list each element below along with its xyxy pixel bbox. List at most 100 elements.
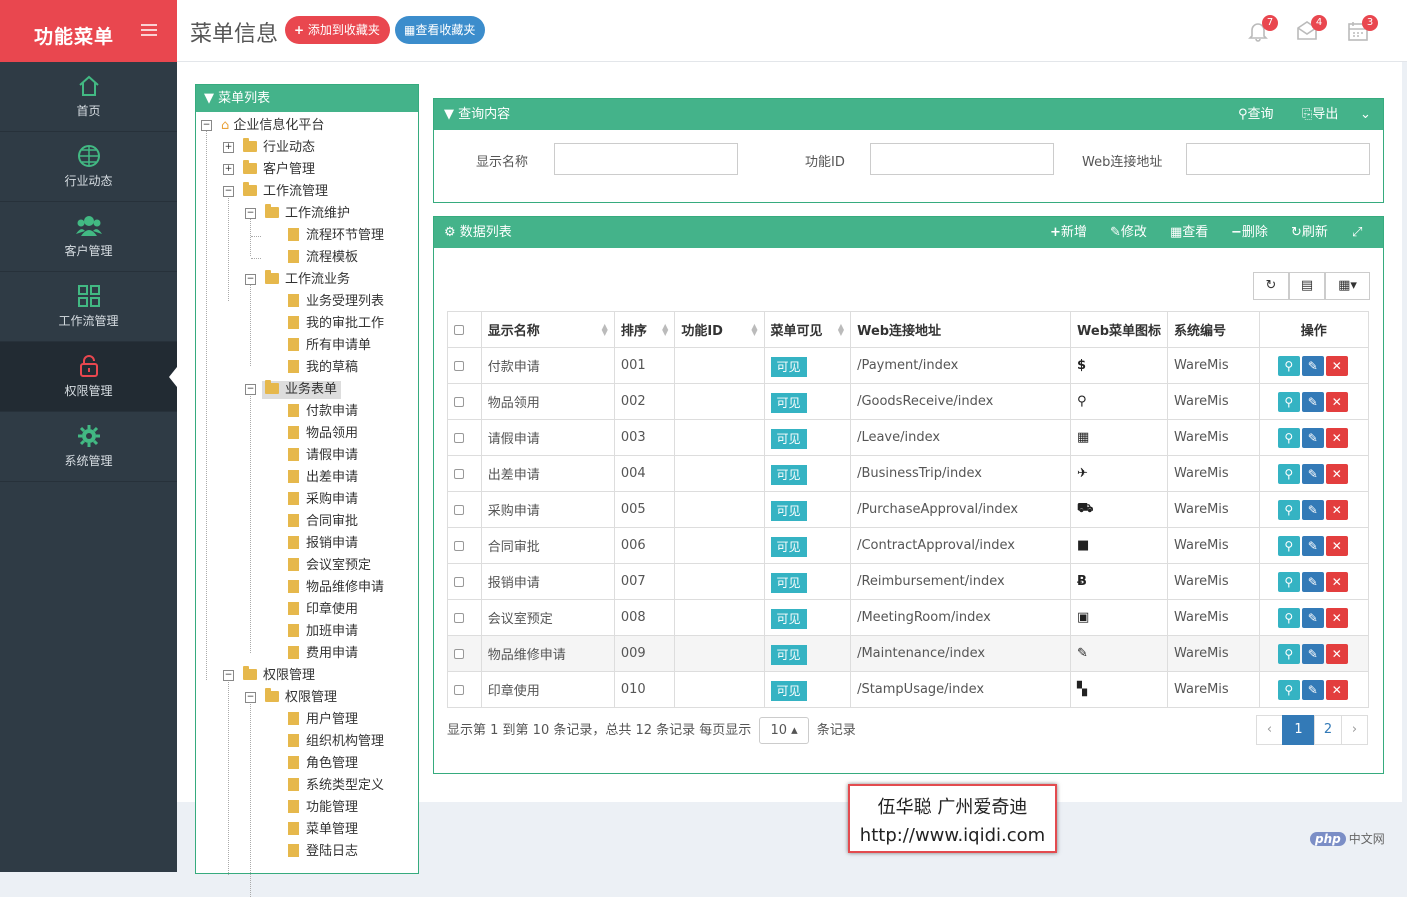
table-row[interactable]: 物品维修申请 009 可见/Maintenance/index ✎ WareMis ⚲ ✎ ✕ <box>447 635 1369 672</box>
table-row[interactable]: 付款申请 001 可见/Payment/index $ WareMis ⚲ ✎ ✕ <box>447 347 1369 384</box>
tree-node[interactable]: 加班申请 <box>288 623 358 641</box>
row-checkbox-cell[interactable] <box>447 347 482 384</box>
export-button[interactable]: ⎘导出 <box>1302 99 1338 130</box>
tree-node[interactable]: 我的草稿 <box>288 359 358 377</box>
row-delete-button[interactable]: ✕ <box>1325 499 1348 520</box>
sidebar-item-system[interactable]: 系统管理 <box>0 412 177 482</box>
row-checkbox[interactable] <box>454 396 464 407</box>
row-view-button[interactable]: ⚲ <box>1277 679 1300 700</box>
row-checkbox[interactable] <box>454 468 464 479</box>
tree-node[interactable]: 请假申请 <box>288 447 358 465</box>
tree-node[interactable]: 付款申请 <box>288 403 358 421</box>
tree-node[interactable]: 报销申请 <box>288 535 358 553</box>
tree-toggle[interactable]: − <box>245 274 256 285</box>
page-1-button[interactable]: 1 <box>1282 715 1315 745</box>
delete-button[interactable]: −删除 <box>1231 217 1268 248</box>
row-checkbox[interactable] <box>454 504 464 515</box>
columns-dropdown-button[interactable]: ▦▾ <box>1325 272 1370 300</box>
page-next-button[interactable]: › <box>1341 715 1368 745</box>
table-row[interactable]: 合同审批 006 可见/ContractApproval/index ■ WareMis… <box>447 527 1369 564</box>
row-delete-button[interactable]: ✕ <box>1325 355 1348 376</box>
tree-toggle[interactable]: − <box>245 692 256 703</box>
row-view-button[interactable]: ⚲ <box>1277 427 1300 448</box>
tree-node[interactable]: 系统类型定义 <box>288 777 384 795</box>
add-favorite-button[interactable]: + 添加到收藏夹 <box>285 16 390 44</box>
tree-node[interactable]: 功能管理 <box>288 799 358 817</box>
row-edit-button[interactable]: ✎ <box>1301 679 1324 700</box>
tree-toggle[interactable]: − <box>223 670 234 681</box>
tree-node[interactable]: 工作流管理 <box>243 182 328 201</box>
row-view-button[interactable]: ⚲ <box>1277 463 1300 484</box>
tree-toggle[interactable]: + <box>223 164 234 175</box>
row-checkbox-cell[interactable] <box>447 383 482 420</box>
col-header[interactable]: 排序 ▲ ▼ <box>613 311 676 348</box>
row-delete-button[interactable]: ✕ <box>1325 427 1348 448</box>
tree-node[interactable]: 流程环节管理 <box>288 227 384 245</box>
row-checkbox[interactable] <box>454 576 464 587</box>
row-edit-button[interactable]: ✎ <box>1301 499 1324 520</box>
fullscreen-icon[interactable]: ⤢ <box>1352 217 1362 248</box>
tree-node[interactable]: 行业动态 <box>243 138 315 157</box>
row-view-button[interactable]: ⚲ <box>1277 607 1300 628</box>
tree-node[interactable]: 印章使用 <box>288 601 358 619</box>
row-edit-button[interactable]: ✎ <box>1301 607 1324 628</box>
row-checkbox-cell[interactable] <box>447 563 482 600</box>
table-row[interactable]: 印章使用 010 可见/StampUsage/index ▚ WareMis ⚲ ✎ ✕ <box>447 671 1369 708</box>
tree-node[interactable]: 费用申请 <box>288 645 358 663</box>
tree-node[interactable]: 物品维修申请 <box>288 579 384 597</box>
tree-node[interactable]: 角色管理 <box>288 755 358 773</box>
row-delete-button[interactable]: ✕ <box>1325 607 1348 628</box>
add-button[interactable]: +新增 <box>1050 217 1087 248</box>
sidebar-item-permissions[interactable]: 权限管理 <box>0 342 177 412</box>
select-all-checkbox-cell[interactable] <box>447 311 482 348</box>
row-delete-button[interactable]: ✕ <box>1325 643 1348 664</box>
tree-node[interactable]: 所有申请单 <box>288 337 371 355</box>
tree-node[interactable]: 客户管理 <box>243 160 315 179</box>
sidebar-item-customers[interactable]: 客户管理 <box>0 202 177 272</box>
table-row[interactable]: 会议室预定 008 可见/MeetingRoom/index ▣ WareMis ⚲ ✎ ✕ <box>447 599 1369 636</box>
table-refresh-button[interactable]: ↻ <box>1253 272 1289 300</box>
messages[interactable]: 4 <box>1296 15 1327 42</box>
view-favorites-button[interactable]: ▦查看收藏夹 <box>395 16 486 44</box>
row-view-button[interactable]: ⚲ <box>1277 535 1300 556</box>
row-delete-button[interactable]: ✕ <box>1325 463 1348 484</box>
row-view-button[interactable]: ⚲ <box>1277 391 1300 412</box>
tree-node[interactable]: 组织机构管理 <box>288 733 384 751</box>
tree-node[interactable]: 流程模板 <box>288 249 358 267</box>
tree-node[interactable]: 采购申请 <box>288 491 358 509</box>
search-button[interactable]: ⚲查询 <box>1238 99 1274 130</box>
tree-node[interactable]: 出差申请 <box>288 469 358 487</box>
row-edit-button[interactable]: ✎ <box>1301 391 1324 412</box>
tree-node[interactable]: 用户管理 <box>288 711 358 729</box>
tree-node[interactable]: 我的审批工作 <box>288 315 384 333</box>
sidebar-item-workflow[interactable]: 工作流管理 <box>0 272 177 342</box>
menu-toggle-icon[interactable] <box>141 24 157 36</box>
row-checkbox-cell[interactable] <box>447 599 482 636</box>
notification-bell[interactable]: 7 <box>1247 15 1278 42</box>
table-row[interactable]: 采购申请 005 可见/PurchaseApproval/index ⛟ WareMis… <box>447 491 1369 528</box>
row-checkbox[interactable] <box>454 432 464 443</box>
tree-toggle[interactable]: − <box>201 120 212 131</box>
row-checkbox-cell[interactable] <box>447 635 482 672</box>
table-row[interactable]: 请假申请 003 可见/Leave/index ▦ WareMis ⚲ ✎ ✕ <box>447 419 1369 456</box>
row-view-button[interactable]: ⚲ <box>1277 355 1300 376</box>
row-checkbox-cell[interactable] <box>447 455 482 492</box>
row-checkbox-cell[interactable] <box>447 419 482 456</box>
display-name-input[interactable] <box>554 143 738 175</box>
tree-node[interactable]: 工作流维护 <box>265 204 350 223</box>
tree-node[interactable]: 权限管理 <box>265 688 337 707</box>
page-2-button[interactable]: 2 <box>1314 715 1342 745</box>
row-checkbox[interactable] <box>454 360 464 371</box>
function-id-input[interactable] <box>870 143 1054 175</box>
select-all-checkbox[interactable] <box>454 324 464 335</box>
row-view-button[interactable]: ⚲ <box>1277 643 1300 664</box>
row-delete-button[interactable]: ✕ <box>1325 679 1348 700</box>
tasks[interactable]: 3 <box>1347 15 1378 42</box>
tree-toggle[interactable]: + <box>223 142 234 153</box>
row-checkbox[interactable] <box>454 612 464 623</box>
sidebar-item-industry[interactable]: 行业动态 <box>0 132 177 202</box>
tree-node-selected[interactable]: 业务表单 <box>262 380 342 399</box>
col-header[interactable]: Web连接地址 <box>850 311 1072 348</box>
tree-node[interactable]: 物品领用 <box>288 425 358 443</box>
row-delete-button[interactable]: ✕ <box>1325 571 1348 592</box>
